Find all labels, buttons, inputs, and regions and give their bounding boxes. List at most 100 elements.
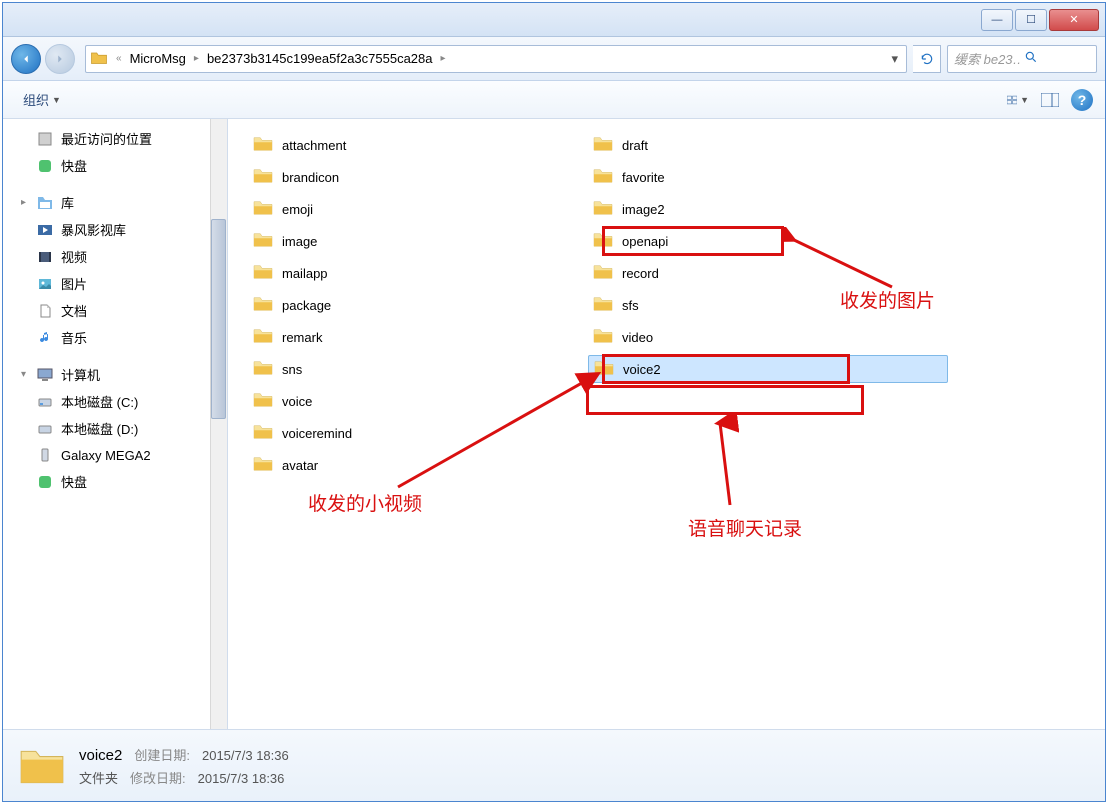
sidebar-documents[interactable]: 文档 [3, 297, 227, 324]
sidebar-item-label: Galaxy MEGA2 [61, 448, 151, 463]
folder-label: voice2 [623, 362, 661, 377]
breadcrumb-item[interactable]: be2373b3145c199ea5f2a3c7555ca28a [203, 51, 437, 66]
folder-icon [252, 199, 276, 219]
recent-icon [35, 130, 55, 148]
sidebar-pictures[interactable]: 图片 [3, 270, 227, 297]
view-options-button[interactable]: ▼ [1007, 89, 1029, 111]
sidebar-galaxy[interactable]: Galaxy MEGA2 [3, 442, 227, 468]
maximize-button[interactable]: ☐ [1015, 9, 1047, 31]
pictures-icon [35, 275, 55, 293]
sidebar-stormvideo[interactable]: 暴风影视库 [3, 216, 227, 243]
folder-icon [593, 359, 617, 379]
folder-item-mailapp[interactable]: mailapp [248, 259, 528, 287]
folder-item-voice2[interactable]: voice2 [588, 355, 948, 383]
phone-icon [35, 446, 55, 464]
folder-label: image [282, 234, 317, 249]
sidebar-disk-c[interactable]: 本地磁盘 (C:) [3, 388, 227, 415]
folder-item-sns[interactable]: sns [248, 355, 528, 383]
chevron-down-icon: ▼ [52, 95, 61, 105]
organize-button[interactable]: 组织 ▼ [15, 86, 69, 113]
address-dropdown-icon[interactable]: ▾ [887, 51, 902, 67]
sidebar-music[interactable]: 音乐 [3, 324, 227, 351]
folder-item-openapi[interactable]: openapi [588, 227, 868, 255]
address-bar[interactable]: « MicroMsg ▸ be2373b3145c199ea5f2a3c7555… [85, 45, 907, 73]
details-created-value: 2015/7/3 18:36 [202, 748, 289, 763]
folder-icon [592, 231, 616, 251]
file-list: attachment brandicon emoji image mailapp pack… [228, 119, 1105, 729]
folder-icon [252, 359, 276, 379]
sidebar-kuaipan[interactable]: 快盘 [3, 152, 227, 179]
sidebar-item-label: 本地磁盘 (C:) [61, 392, 138, 411]
folder-label: package [282, 298, 331, 313]
folder-icon [592, 295, 616, 315]
folder-item-attachment[interactable]: attachment [248, 131, 528, 159]
toolbar-right: ▼ ? [1007, 89, 1093, 111]
scrollbar-thumb[interactable] [211, 219, 226, 419]
folder-icon [592, 263, 616, 283]
sidebar-recent-places[interactable]: 最近访问的位置 [3, 125, 227, 152]
folder-label: sfs [622, 298, 639, 313]
navigation-bar: « MicroMsg ▸ be2373b3145c199ea5f2a3c7555… [3, 37, 1105, 81]
folder-item-emoji[interactable]: emoji [248, 195, 528, 223]
kuaipan-icon [35, 157, 55, 175]
folder-item-avatar[interactable]: avatar [248, 451, 528, 479]
folder-item-package[interactable]: package [248, 291, 528, 319]
preview-pane-button[interactable] [1039, 89, 1061, 111]
folder-label: voice [282, 394, 312, 409]
folder-item-voice[interactable]: voice [248, 387, 528, 415]
folder-label: video [622, 330, 653, 345]
folder-item-image[interactable]: image [248, 227, 528, 255]
chevron-right-icon: ▸ [437, 53, 450, 64]
folder-item-voiceremind[interactable]: voiceremind [248, 419, 528, 447]
folder-label: remark [282, 330, 322, 345]
search-input[interactable]: 缓索 be23… [947, 45, 1097, 73]
computer-icon [35, 366, 55, 384]
folder-item-favorite[interactable]: favorite [588, 163, 868, 191]
sidebar-videos[interactable]: 视频 [3, 243, 227, 270]
folder-label: mailapp [282, 266, 328, 281]
disk-icon [35, 393, 55, 411]
sidebar-libraries[interactable]: ▸ 库 [3, 189, 227, 216]
close-button[interactable]: ✕ [1049, 9, 1099, 31]
folder-label: image2 [622, 202, 665, 217]
documents-icon [35, 302, 55, 320]
folder-label: favorite [622, 170, 665, 185]
chevron-right-icon: ▸ [21, 197, 33, 208]
folder-item-video[interactable]: video [588, 323, 868, 351]
sidebar-scrollbar[interactable] [210, 119, 227, 729]
folder-item-remark[interactable]: remark [248, 323, 528, 351]
refresh-button[interactable] [913, 45, 941, 73]
folder-icon [252, 391, 276, 411]
folder-icon [592, 167, 616, 187]
minimize-button[interactable]: — [981, 9, 1013, 31]
forward-button[interactable] [45, 44, 75, 74]
refresh-icon [920, 52, 934, 66]
folder-icon [252, 455, 276, 475]
folder-item-record[interactable]: record [588, 259, 868, 287]
sidebar-item-label: 图片 [61, 274, 87, 293]
details-name: voice2 [79, 747, 122, 764]
help-button[interactable]: ? [1071, 89, 1093, 111]
search-placeholder: 缓索 be23… [954, 49, 1020, 68]
breadcrumb-prefix[interactable]: « [112, 53, 126, 64]
breadcrumb-item[interactable]: MicroMsg [126, 51, 190, 66]
folder-icon [252, 231, 276, 251]
folder-label: emoji [282, 202, 313, 217]
sidebar-item-label: 最近访问的位置 [61, 129, 152, 148]
folder-large-icon [17, 743, 67, 789]
sidebar-computer[interactable]: ▾ 计算机 [3, 361, 227, 388]
sidebar-kuaipan2[interactable]: 快盘 [3, 468, 227, 495]
folder-icon [252, 167, 276, 187]
sidebar-disk-d[interactable]: 本地磁盘 (D:) [3, 415, 227, 442]
annotation-text-video: 收发的小视频 [308, 489, 422, 516]
sidebar: 最近访问的位置 快盘 ▸ 库 暴风影视库 视频 图片 [3, 119, 228, 729]
back-button[interactable] [11, 44, 41, 74]
folder-item-brandicon[interactable]: brandicon [248, 163, 528, 191]
folder-item-image2[interactable]: image2 [588, 195, 868, 223]
details-type: 文件夹 [79, 768, 118, 787]
sidebar-item-label: 计算机 [61, 365, 100, 384]
folder-icon [592, 327, 616, 347]
folder-label: attachment [282, 138, 346, 153]
folder-item-draft[interactable]: draft [588, 131, 868, 159]
folder-item-sfs[interactable]: sfs [588, 291, 868, 319]
